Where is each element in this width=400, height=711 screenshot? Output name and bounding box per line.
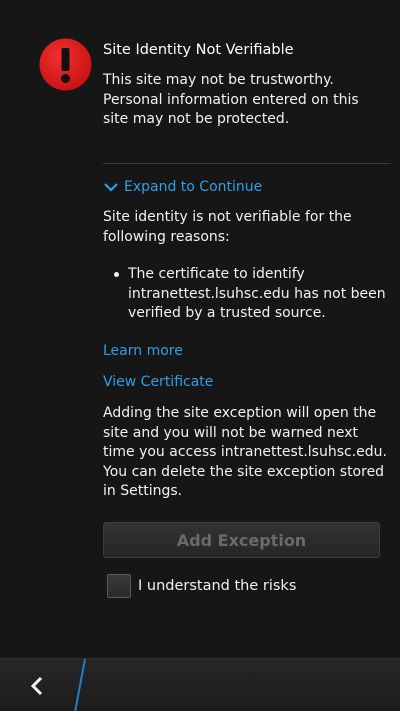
chevron-down-icon [104, 183, 118, 192]
exception-info-text: Adding the site exception will open the … [103, 405, 387, 499]
back-arrow-icon [30, 676, 43, 695]
exclamation-circle-icon [39, 38, 92, 91]
add-exception-button[interactable]: Add Exception [103, 522, 380, 558]
action-bar [0, 658, 400, 711]
understand-risks-label[interactable]: I understand the risks [138, 578, 296, 594]
reasons-list: The certificate to identify intranettest… [103, 265, 393, 324]
understand-risks-checkbox[interactable] [107, 574, 131, 598]
back-button[interactable] [0, 659, 74, 711]
learn-more-link[interactable]: Learn more [103, 342, 183, 361]
reasons-intro: Site identity is not verifiable for the … [103, 209, 352, 245]
expand-label[interactable]: Expand to Continue [124, 178, 262, 197]
understand-risks-row[interactable]: I understand the risks [107, 574, 296, 598]
view-certificate-link[interactable]: View Certificate [103, 373, 213, 392]
list-item: The certificate to identify intranettest… [103, 265, 393, 324]
reason-text: The certificate to identify intranettest… [128, 266, 386, 321]
divider [103, 163, 391, 164]
warning-message: This site may not be trustworthy. Person… [103, 72, 359, 127]
expand-to-continue-toggle[interactable]: Expand to Continue [103, 177, 262, 197]
dialog-title: Site Identity Not Verifiable [103, 42, 294, 58]
bullet-icon [114, 272, 119, 277]
action-bar-accent [74, 659, 86, 711]
site-identity-warning-screen: Site Identity Not Verifiable This site m… [0, 0, 400, 711]
